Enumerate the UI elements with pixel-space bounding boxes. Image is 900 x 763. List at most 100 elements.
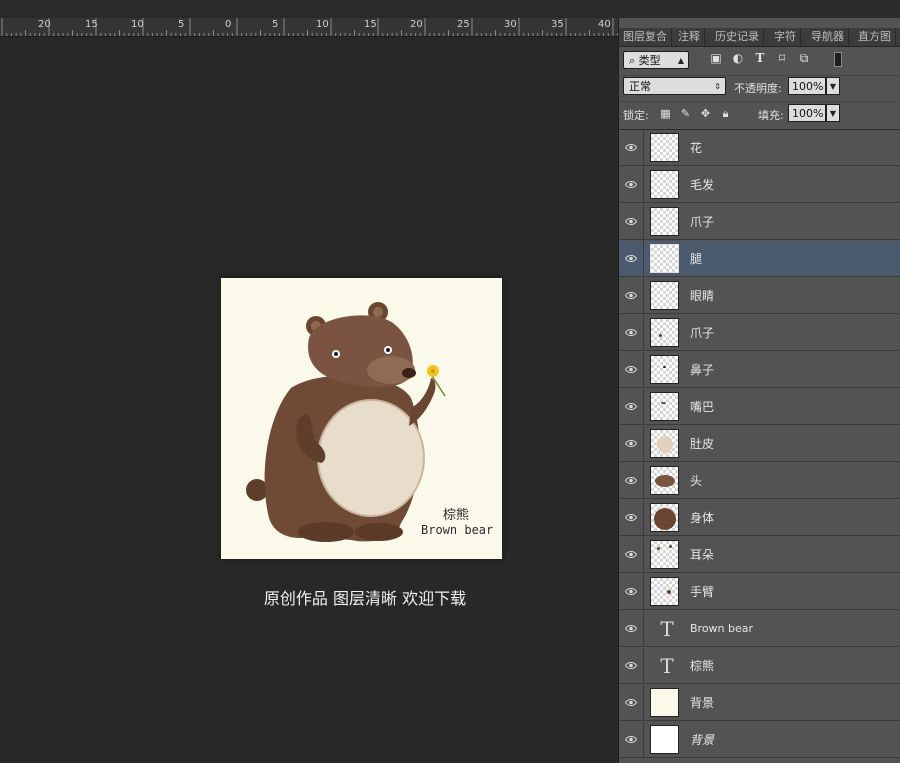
lock-all-icon[interactable]: 🔒︎ — [719, 107, 732, 120]
layer-name[interactable]: 头 — [690, 463, 702, 499]
layer-row[interactable]: 爪子 — [619, 315, 900, 351]
filter-kind-label: 类型 — [638, 54, 661, 67]
visibility-eye-icon[interactable] — [619, 352, 644, 388]
search-icon: ⌕ — [629, 54, 639, 67]
layer-name[interactable]: 身体 — [690, 500, 714, 536]
thumbnail-content — [663, 366, 666, 368]
fill-slider-arrow[interactable]: ▼ — [826, 104, 840, 122]
visibility-eye-icon[interactable] — [619, 463, 644, 499]
visibility-eye-icon[interactable] — [619, 167, 644, 203]
artwork-title-cn: 棕熊 — [443, 508, 470, 523]
layer-row[interactable]: 背景 — [619, 685, 900, 721]
layer-name[interactable]: 腿 — [690, 241, 702, 277]
visibility-eye-icon[interactable] — [619, 204, 644, 240]
tab-layer-comps[interactable]: 图层复合 — [619, 28, 672, 46]
visibility-eye-icon[interactable] — [619, 278, 644, 314]
artwork-title-en: Brown bear — [421, 523, 494, 537]
layer-thumbnail — [650, 688, 679, 717]
layer-name[interactable]: 肚皮 — [690, 426, 714, 462]
visibility-eye-icon[interactable] — [619, 722, 644, 758]
tab-navigator[interactable]: 导航器 — [807, 28, 849, 46]
layer-name[interactable]: 爪子 — [690, 315, 714, 351]
visibility-eye-icon[interactable] — [619, 426, 644, 462]
layer-name[interactable]: 棕熊 — [690, 648, 714, 684]
layer-name[interactable]: 背景 — [690, 722, 714, 758]
blend-mode-dropdown[interactable]: 正常 ⇕ — [623, 77, 726, 95]
shape-filter-icon[interactable]: ⌑ — [775, 51, 789, 65]
layer-name[interactable]: 毛发 — [690, 167, 714, 203]
fill-input[interactable]: 100% — [788, 104, 826, 122]
layer-row[interactable]: 毛发 — [619, 167, 900, 203]
visibility-eye-icon[interactable] — [619, 315, 644, 351]
layer-name[interactable]: 眼睛 — [690, 278, 714, 314]
lock-options-row: 锁定: ▦ ✎ ✥ 🔒︎ 填充: 100% ▼ — [619, 101, 900, 126]
layer-row[interactable]: 身体 — [619, 500, 900, 536]
layer-name[interactable]: 手臂 — [690, 574, 714, 610]
filter-toggle-switch[interactable] — [834, 52, 842, 67]
layer-row[interactable]: T 棕熊 — [619, 648, 900, 684]
tab-notes[interactable]: 注释 — [674, 28, 705, 46]
lock-label: 锁定: — [623, 109, 649, 122]
visibility-eye-icon[interactable] — [619, 537, 644, 573]
layer-row[interactable]: 背景 — [619, 722, 900, 758]
visibility-eye-icon[interactable] — [619, 130, 644, 166]
blend-mode-value: 正常 — [629, 80, 651, 93]
document-canvas[interactable]: 棕熊 Brown bear 原创作品 图层清晰 欢迎下载 — [0, 37, 618, 762]
layer-row[interactable]: 爪子 — [619, 204, 900, 240]
pixel-filter-icon[interactable]: ▣ — [709, 51, 723, 65]
layer-thumbnail — [650, 355, 679, 384]
visibility-eye-icon[interactable] — [619, 611, 644, 647]
tab-history[interactable]: 历史记录 — [711, 28, 764, 46]
lock-position-icon[interactable]: ✥ — [699, 107, 712, 120]
dropdown-arrow-icon: ▲ — [677, 56, 684, 65]
visibility-eye-icon[interactable] — [619, 574, 644, 610]
layer-row[interactable]: 耳朵 — [619, 537, 900, 573]
visibility-eye-icon[interactable] — [619, 500, 644, 536]
visibility-eye-icon[interactable] — [619, 241, 644, 277]
type-filter-icon[interactable]: T — [753, 51, 767, 65]
layer-thumbnail — [650, 281, 679, 310]
layer-name[interactable]: 爪子 — [690, 204, 714, 240]
layer-row[interactable]: 肚皮 — [619, 426, 900, 462]
layer-thumbnail — [650, 318, 679, 347]
layer-thumbnail — [650, 540, 679, 569]
smart-object-filter-icon[interactable]: ⧉ — [797, 51, 811, 65]
layer-thumbnail — [650, 392, 679, 421]
layer-name[interactable]: Brown bear — [690, 611, 753, 647]
layer-row[interactable]: 腿 — [619, 241, 900, 277]
thumbnail-content — [654, 508, 676, 530]
opacity-input[interactable]: 100% — [788, 77, 826, 95]
tab-histogram[interactable]: 直方图 — [854, 28, 896, 46]
ruler-label: 0 — [225, 19, 232, 30]
visibility-eye-icon[interactable] — [619, 685, 644, 721]
adjustment-filter-icon[interactable]: ◐ — [731, 51, 745, 65]
ruler-label: 5 — [178, 19, 185, 30]
layer-name[interactable]: 背景 — [690, 685, 714, 721]
artboard[interactable]: 棕熊 Brown bear — [221, 278, 502, 559]
thumbnail-content — [655, 475, 675, 487]
lock-transparent-icon[interactable]: ▦ — [659, 107, 672, 120]
blend-options-row: 正常 ⇕ 不透明度: 100% ▼ — [619, 75, 900, 98]
layer-name[interactable]: 耳朵 — [690, 537, 714, 573]
layer-name[interactable]: 花 — [690, 130, 702, 166]
lock-image-brush-icon[interactable]: ✎ — [679, 107, 692, 120]
opacity-slider-arrow[interactable]: ▼ — [826, 77, 840, 95]
visibility-eye-icon[interactable] — [619, 648, 644, 684]
layer-row[interactable]: 眼睛 — [619, 278, 900, 314]
layer-row[interactable]: 嘴巴 — [619, 389, 900, 425]
visibility-eye-icon[interactable] — [619, 389, 644, 425]
panel-tabs: 图层复合 注释 历史记录 字符 导航器 直方图 — [619, 28, 900, 47]
layer-row[interactable]: 手臂 — [619, 574, 900, 610]
layer-row[interactable]: 头 — [619, 463, 900, 499]
layer-name[interactable]: 嘴巴 — [690, 389, 714, 425]
ruler-label: 30 — [504, 19, 517, 30]
layer-name[interactable]: 鼻子 — [690, 352, 714, 388]
layer-row[interactable]: T Brown bear — [619, 611, 900, 647]
layer-thumbnail — [650, 466, 679, 495]
thumbnail-content — [657, 547, 660, 550]
layer-row[interactable]: 花 — [619, 130, 900, 166]
layer-row[interactable]: 鼻子 — [619, 352, 900, 388]
ruler-label: 5 — [272, 19, 279, 30]
filter-kind-dropdown[interactable]: ⌕ 类型 ▲ — [623, 51, 689, 69]
tab-character[interactable]: 字符 — [770, 28, 801, 46]
